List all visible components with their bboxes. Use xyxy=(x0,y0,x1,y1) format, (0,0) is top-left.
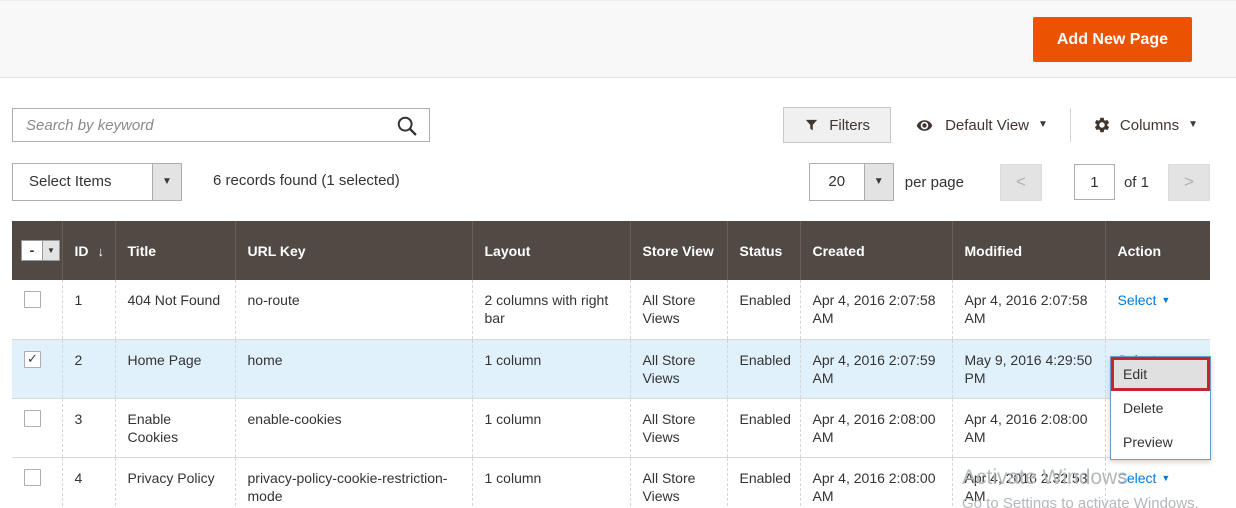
filter-funnel-icon xyxy=(804,118,819,133)
gear-icon xyxy=(1093,116,1111,134)
search-input[interactable] xyxy=(13,109,429,141)
menu-item-delete[interactable]: Delete xyxy=(1111,391,1210,425)
column-header-title[interactable]: Title xyxy=(115,221,235,280)
cell-layout: 1 column xyxy=(472,339,630,398)
cell-layout: 2 columns with right bar xyxy=(472,280,630,339)
columns-control-label: Columns xyxy=(1120,117,1179,134)
cell-url-key: privacy-policy-cookie-restriction-mode xyxy=(235,457,472,508)
row-checkbox[interactable]: ✓ xyxy=(24,351,41,368)
cell-modified: Apr 4, 2016 2:32:53 AM xyxy=(952,457,1105,508)
eye-icon xyxy=(913,117,936,134)
per-page-value: 20 xyxy=(810,164,864,200)
next-page-button[interactable]: > xyxy=(1168,164,1210,201)
cell-created: Apr 4, 2016 2:07:58 AM xyxy=(800,280,952,339)
row-checkbox[interactable] xyxy=(24,410,41,427)
column-header-url-key[interactable]: URL Key xyxy=(235,221,472,280)
cms-pages-table: - ▼ ID↓ Title URL Key Layout Store View … xyxy=(12,221,1210,508)
chevron-down-icon: ▼ xyxy=(874,177,884,187)
column-header-layout[interactable]: Layout xyxy=(472,221,630,280)
current-page-input[interactable] xyxy=(1074,164,1115,200)
cell-layout: 1 column xyxy=(472,398,630,457)
columns-control[interactable]: Columns ▼ xyxy=(1093,116,1198,134)
add-new-page-button[interactable]: Add New Page xyxy=(1033,17,1192,62)
cell-created: Apr 4, 2016 2:07:59 AM xyxy=(800,339,952,398)
column-header-action: Action xyxy=(1105,221,1210,280)
chevron-left-icon: < xyxy=(1016,172,1026,192)
row-action-menu: Edit Delete Preview xyxy=(1110,356,1211,460)
cell-url-key: home xyxy=(235,339,472,398)
select-all-control[interactable]: - ▼ xyxy=(21,240,60,261)
total-pages-label: of 1 xyxy=(1124,174,1149,191)
mass-action-select[interactable]: Select Items ▼ xyxy=(12,163,182,201)
cell-url-key: enable-cookies xyxy=(235,398,472,457)
cell-id: 2 xyxy=(62,339,115,398)
cell-modified: Apr 4, 2016 2:07:58 AM xyxy=(952,280,1105,339)
table-row: ✓ 2 Home Page home 1 column All Store Vi… xyxy=(12,339,1210,398)
cell-id: 4 xyxy=(62,457,115,508)
cell-store-view: All Store Views xyxy=(630,457,727,508)
table-row: 3 Enable Cookies enable-cookies 1 column… xyxy=(12,398,1210,457)
cell-store-view: All Store Views xyxy=(630,339,727,398)
cell-title: Privacy Policy xyxy=(115,457,235,508)
cell-modified: Apr 4, 2016 2:08:00 AM xyxy=(952,398,1105,457)
view-switcher[interactable]: Default View ▼ xyxy=(913,117,1048,134)
view-switcher-label: Default View xyxy=(945,117,1029,134)
row-action-select[interactable]: Select▼ xyxy=(1118,470,1171,486)
filters-button[interactable]: Filters xyxy=(783,107,891,143)
column-header-store-view[interactable]: Store View xyxy=(630,221,727,280)
toolbar-divider xyxy=(1070,108,1071,142)
cell-id: 1 xyxy=(62,280,115,339)
menu-item-edit[interactable]: Edit xyxy=(1111,357,1210,391)
chevron-down-icon: ▼ xyxy=(1161,473,1170,483)
row-checkbox[interactable] xyxy=(24,469,41,486)
menu-item-preview[interactable]: Preview xyxy=(1111,425,1210,459)
column-header-id[interactable]: ID↓ xyxy=(62,221,115,280)
chevron-right-icon: > xyxy=(1184,172,1194,192)
chevron-down-icon: ▼ xyxy=(1161,295,1170,305)
cell-modified: May 9, 2016 4:29:50 PM xyxy=(952,339,1105,398)
table-row: 4 Privacy Policy privacy-policy-cookie-r… xyxy=(12,457,1210,508)
cell-created: Apr 4, 2016 2:08:00 AM xyxy=(800,457,952,508)
records-summary: 6 records found (1 selected) xyxy=(213,172,400,189)
cell-created: Apr 4, 2016 2:08:00 AM xyxy=(800,398,952,457)
keyword-search xyxy=(12,108,430,142)
search-icon[interactable] xyxy=(396,115,418,137)
cell-title: Enable Cookies xyxy=(115,398,235,457)
chevron-down-icon: ▼ xyxy=(1188,120,1198,130)
previous-page-button[interactable]: < xyxy=(1000,164,1042,201)
row-checkbox[interactable] xyxy=(24,291,41,308)
cell-title: 404 Not Found xyxy=(115,280,235,339)
select-all-dropdown-icon[interactable]: ▼ xyxy=(42,241,59,260)
cell-store-view: All Store Views xyxy=(630,398,727,457)
cell-id: 3 xyxy=(62,398,115,457)
cell-layout: 1 column xyxy=(472,457,630,508)
per-page-select[interactable]: 20 ▼ xyxy=(809,163,894,201)
mass-action-label: Select Items xyxy=(13,164,152,200)
select-all-header: - ▼ xyxy=(12,221,62,280)
row-action-select[interactable]: Select▼ xyxy=(1118,292,1171,308)
column-header-status[interactable]: Status xyxy=(727,221,800,280)
pagination-controls: 20 ▼ per page < of 1 > xyxy=(809,163,1210,201)
cms-pages-grid: Add New Page Filters Default View ▼ xyxy=(0,0,1236,508)
column-header-modified[interactable]: Modified xyxy=(952,221,1105,280)
cell-status: Enabled xyxy=(727,339,800,398)
cell-title: Home Page xyxy=(115,339,235,398)
chevron-down-icon: ▼ xyxy=(1038,120,1048,130)
cell-store-view: All Store Views xyxy=(630,280,727,339)
cell-status: Enabled xyxy=(727,457,800,508)
column-header-created[interactable]: Created xyxy=(800,221,952,280)
cell-url-key: no-route xyxy=(235,280,472,339)
partial-select-icon: - xyxy=(22,241,42,260)
table-header-row: - ▼ ID↓ Title URL Key Layout Store View … xyxy=(12,221,1210,280)
grid-view-controls: Filters Default View ▼ Columns ▼ xyxy=(783,107,1198,143)
sort-descending-icon: ↓ xyxy=(98,244,105,259)
table-row: 1 404 Not Found no-route 2 columns with … xyxy=(12,280,1210,339)
cell-status: Enabled xyxy=(727,280,800,339)
cell-status: Enabled xyxy=(727,398,800,457)
per-page-label: per page xyxy=(905,174,964,191)
chevron-down-icon: ▼ xyxy=(162,177,172,187)
filters-label: Filters xyxy=(829,117,870,134)
